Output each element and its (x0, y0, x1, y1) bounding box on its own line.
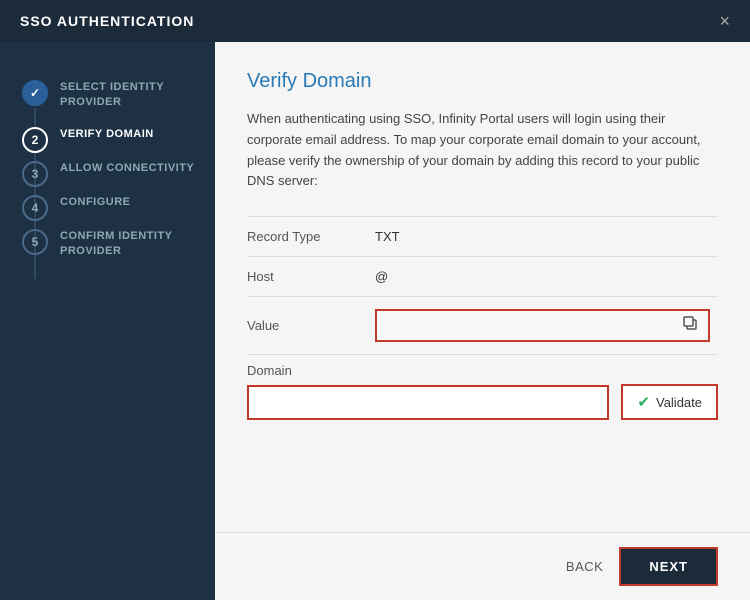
step-5-circle: 5 (22, 229, 48, 255)
section-description: When authenticating using SSO, Infinity … (247, 109, 718, 192)
sidebar-item-select-idp[interactable]: ✓ SELECT IDENTITYPROVIDER (0, 72, 215, 119)
value-cell (367, 297, 718, 355)
record-type-label: Record Type (247, 217, 367, 257)
step-2-circle: 2 (22, 127, 48, 153)
modal-header: SSO AUTHENTICATION × (0, 0, 750, 42)
validate-label: Validate (656, 395, 702, 410)
sidebar-item-confirm-idp[interactable]: 5 CONFIRM IDENTITYPROVIDER (0, 221, 215, 268)
step-4-circle: 4 (22, 195, 48, 221)
step-1-circle: ✓ (22, 80, 48, 106)
host-row: Host @ (247, 257, 718, 297)
sidebar-item-verify-domain[interactable]: 2 VERIFY DOMAIN (0, 119, 215, 153)
copy-icon (682, 315, 698, 331)
next-button[interactable]: NEXT (619, 547, 718, 586)
sidebar-item-allow-connectivity[interactable]: 3 ALLOW CONNECTIVITY (0, 153, 215, 187)
step-1-label: SELECT IDENTITYPROVIDER (60, 72, 164, 119)
section-title: Verify Domain (247, 70, 718, 93)
validate-button[interactable]: ✔ Validate (621, 384, 718, 420)
record-type-value: TXT (367, 217, 718, 257)
domain-label: Domain (247, 363, 718, 378)
value-input[interactable] (383, 318, 678, 333)
modal-title: SSO AUTHENTICATION (20, 13, 194, 29)
domain-section: Domain ✔ Validate (247, 363, 718, 420)
step-2-label: VERIFY DOMAIN (60, 119, 154, 150)
step-5-label: CONFIRM IDENTITYPROVIDER (60, 221, 173, 268)
value-label: Value (247, 297, 367, 355)
validate-check-icon: ✔ (637, 393, 650, 411)
content-area: Verify Domain When authenticating using … (215, 42, 750, 600)
step-3-circle: 3 (22, 161, 48, 187)
modal-body: ✓ SELECT IDENTITYPROVIDER 2 VERIFY DOMAI… (0, 42, 750, 600)
step-4-label: CONFIGURE (60, 187, 131, 218)
value-row: Value (247, 297, 718, 355)
sso-modal: SSO AUTHENTICATION × ✓ SELECT IDENTITYPR… (0, 0, 750, 600)
content-footer: BACK NEXT (215, 532, 750, 600)
domain-wrap: ✔ Validate (247, 384, 718, 420)
domain-input[interactable] (247, 385, 609, 420)
close-button[interactable]: × (719, 12, 730, 30)
content-inner: Verify Domain When authenticating using … (215, 42, 750, 532)
host-label: Host (247, 257, 367, 297)
copy-button[interactable] (678, 315, 702, 336)
sidebar-item-configure[interactable]: 4 CONFIGURE (0, 187, 215, 221)
value-input-wrap (375, 309, 710, 342)
form-table: Record Type TXT Host @ (247, 216, 718, 355)
back-button[interactable]: BACK (566, 559, 603, 574)
sidebar: ✓ SELECT IDENTITYPROVIDER 2 VERIFY DOMAI… (0, 42, 215, 600)
record-type-row: Record Type TXT (247, 217, 718, 257)
host-value: @ (367, 257, 718, 297)
step-3-label: ALLOW CONNECTIVITY (60, 153, 194, 184)
